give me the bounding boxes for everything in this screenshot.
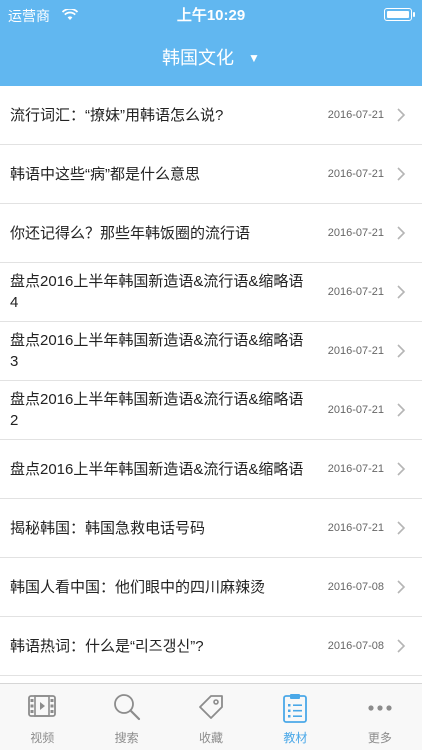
chevron-right-icon	[397, 167, 406, 181]
search-icon	[113, 694, 140, 721]
article-title: 流行词汇：“撩妹”用韩语怎么说?	[10, 106, 224, 124]
tab-video[interactable]: 视频	[0, 684, 84, 750]
chevron-right-icon	[397, 580, 406, 594]
page-title: 韩国文化	[162, 48, 235, 68]
article-title: 韩语热词：什么是“리즈갱신”?	[10, 637, 204, 655]
chevron-right-icon	[397, 344, 406, 358]
article-list: 流行词汇：“撩妹”用韩语怎么说? 2016-07-21 韩语中这些“病”都是什么…	[0, 86, 422, 676]
list-item[interactable]: 流行词汇：“撩妹”用韩语怎么说? 2016-07-21	[0, 86, 422, 145]
article-date: 2016-07-21	[327, 109, 384, 121]
tab-label: 收藏	[199, 731, 224, 745]
article-date: 2016-07-21	[327, 404, 384, 416]
list-item[interactable]: 盘点2016上半年韩国新造语&流行语&缩略语 2016-07-21	[0, 440, 422, 499]
tab-label: 教材	[283, 731, 308, 745]
list-item[interactable]: 韩语中这些“病”都是什么意思 2016-07-21	[0, 145, 422, 204]
top-bar: 运营商 上午10:29 韩国文化 ▼	[0, 0, 422, 86]
film-icon	[28, 695, 57, 717]
list-item[interactable]: 揭秘韩国：韩国急救电话号码 2016-07-21	[0, 499, 422, 558]
tab-more[interactable]: 更多	[338, 684, 422, 750]
article-date: 2016-07-21	[327, 286, 384, 298]
article-title: 韩语中这些“病”都是什么意思	[10, 165, 200, 183]
article-title: 盘点2016上半年韩国新造语&流行语&缩略语 3	[10, 332, 304, 370]
clipboard-icon	[283, 694, 308, 723]
tab-label: 视频	[30, 731, 55, 745]
list-item[interactable]: 盘点2016上半年韩国新造语&流行语&缩略语 3 2016-07-21	[0, 322, 422, 381]
article-title: 盘点2016上半年韩国新造语&流行语&缩略语	[10, 460, 304, 478]
tab-search[interactable]: 搜索	[84, 684, 168, 750]
article-title: 揭秘韩国：韩国急救电话号码	[10, 519, 206, 537]
chevron-right-icon	[397, 521, 406, 535]
article-date: 2016-07-21	[327, 345, 384, 357]
article-date: 2016-07-08	[327, 640, 384, 652]
status-time: 上午10:29	[176, 7, 246, 24]
chevron-right-icon	[397, 639, 406, 653]
tab-textbook[interactable]: 教材	[253, 684, 337, 750]
category-dropdown[interactable]: 韩国文化 ▼	[0, 44, 422, 70]
article-date: 2016-07-21	[327, 463, 384, 475]
article-title: 盘点2016上半年韩国新造语&流行语&缩略语 2	[10, 391, 304, 429]
chevron-right-icon	[397, 226, 406, 240]
article-title: 盘点2016上半年韩国新造语&流行语&缩略语 4	[10, 273, 304, 311]
tab-favorites[interactable]: 收藏	[169, 684, 253, 750]
tab-label: 更多	[367, 731, 392, 745]
article-date: 2016-07-08	[327, 581, 384, 593]
list-item[interactable]: 韩国人看中国：他们眼中的四川麻辣烫 2016-07-08	[0, 558, 422, 617]
tab-bar: 视频 搜索 收藏 教材 更多	[0, 683, 422, 750]
battery-icon	[384, 8, 415, 21]
article-title: 你还记得么？那些年韩饭圈的流行语	[10, 224, 251, 242]
article-date: 2016-07-21	[327, 227, 384, 239]
chevron-right-icon	[397, 108, 406, 122]
more-icon	[368, 705, 392, 711]
list-item[interactable]: 韩语热词：什么是“리즈갱신”? 2016-07-08	[0, 617, 422, 676]
list-item[interactable]: 你还记得么？那些年韩饭圈的流行语 2016-07-21	[0, 204, 422, 263]
list-item[interactable]: 盘点2016上半年韩国新造语&流行语&缩略语 2 2016-07-21	[0, 381, 422, 440]
dropdown-arrow-icon: ▼	[248, 51, 260, 65]
chevron-right-icon	[397, 403, 406, 417]
tag-icon	[199, 695, 223, 719]
article-date: 2016-07-21	[327, 522, 384, 534]
list-item[interactable]: 盘点2016上半年韩国新造语&流行语&缩略语 4 2016-07-21	[0, 263, 422, 322]
article-date: 2016-07-21	[327, 168, 384, 180]
chevron-right-icon	[397, 462, 406, 476]
tab-label: 搜索	[114, 731, 139, 745]
article-title: 韩国人看中国：他们眼中的四川麻辣烫	[10, 578, 266, 596]
chevron-right-icon	[397, 285, 406, 299]
status-bar: 运营商 上午10:29	[0, 0, 422, 30]
